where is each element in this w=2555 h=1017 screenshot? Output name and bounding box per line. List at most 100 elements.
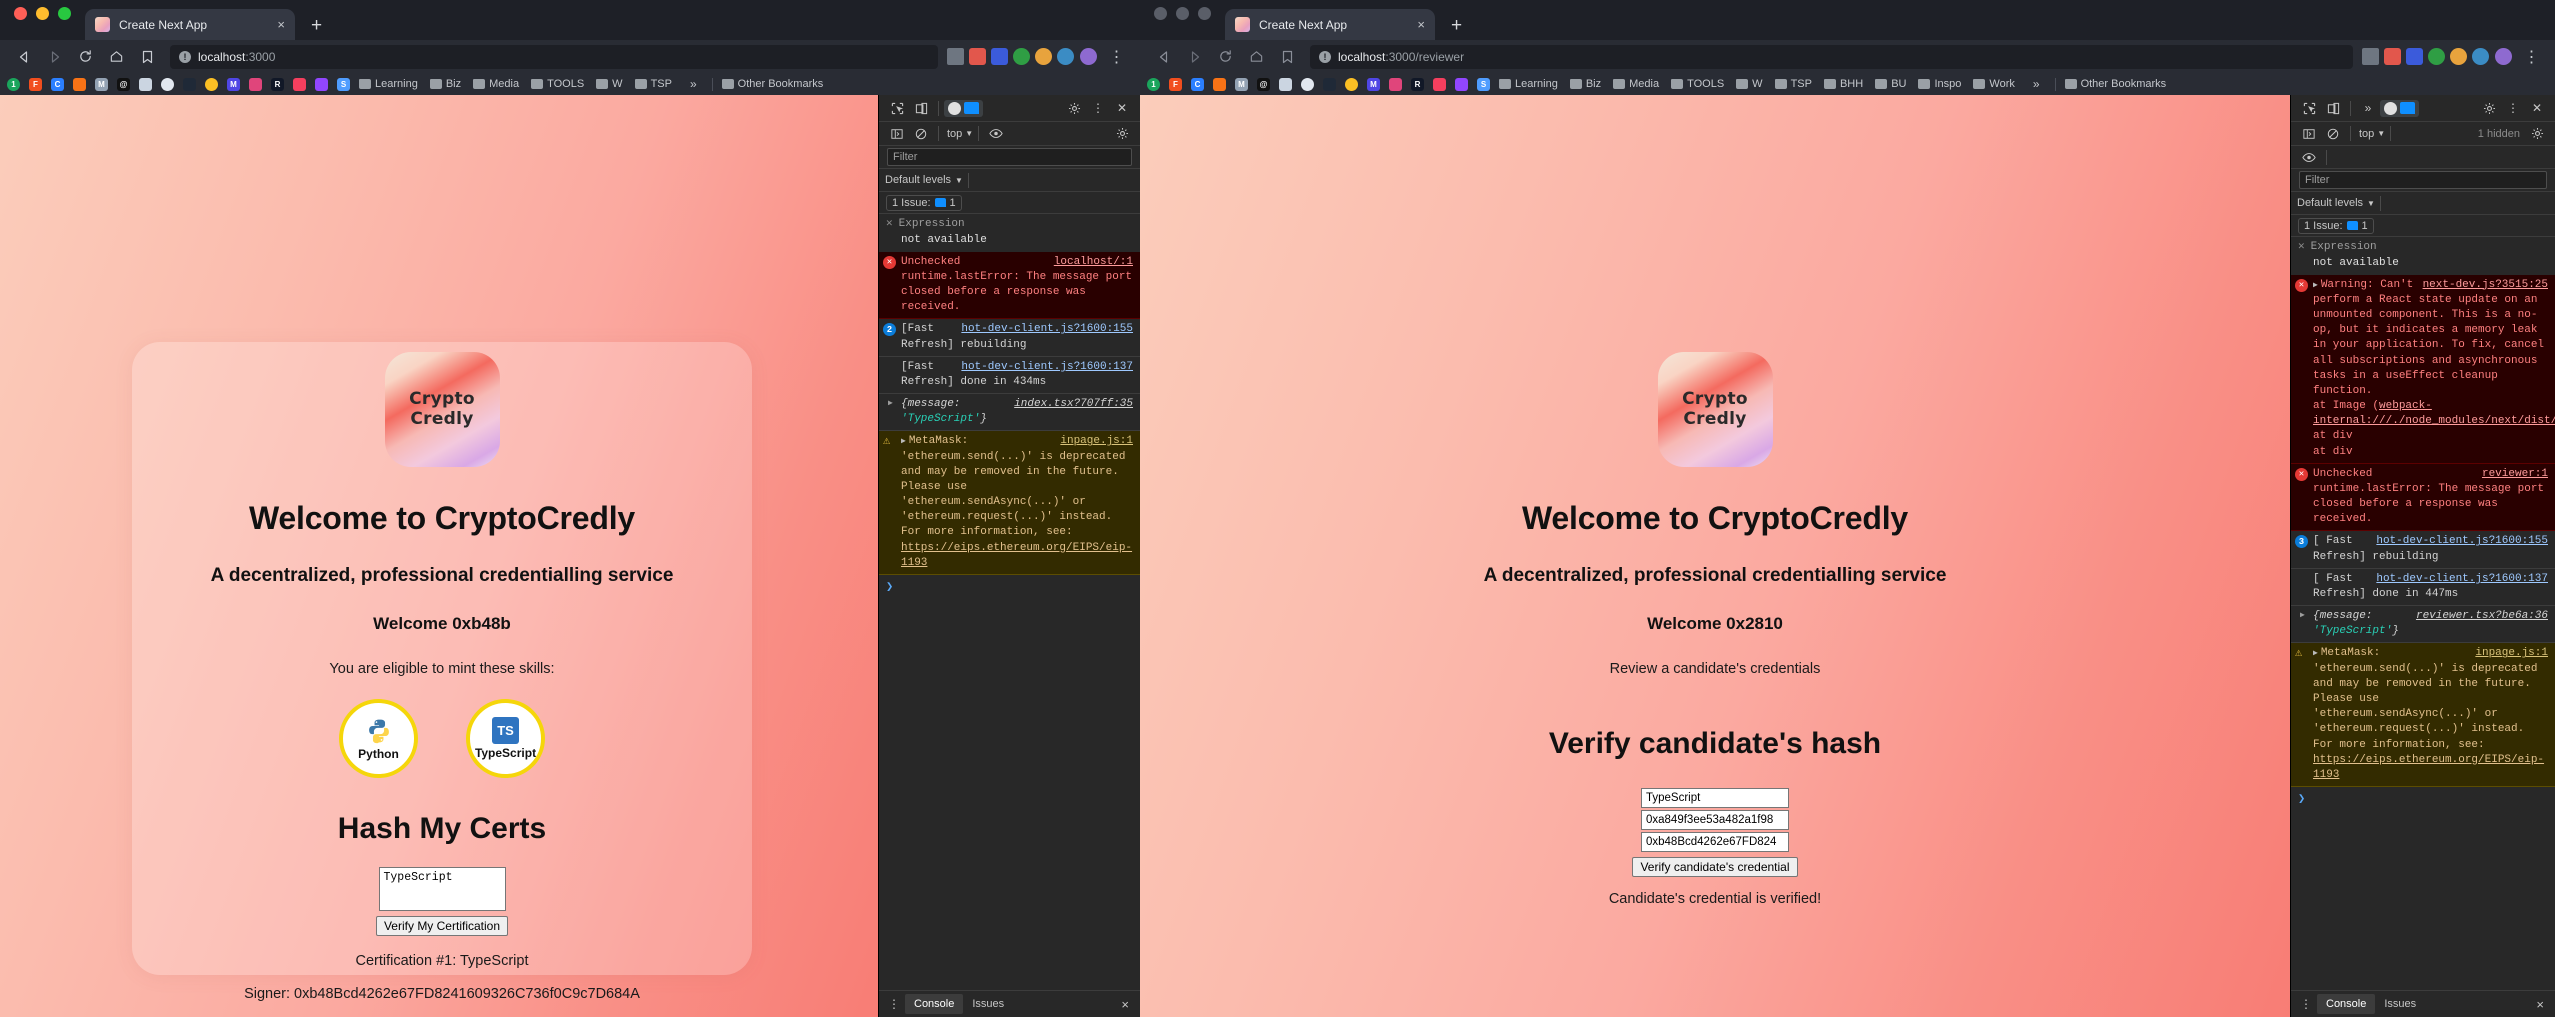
close-icon[interactable]: × xyxy=(277,18,285,31)
minimize-window-button[interactable] xyxy=(1176,7,1189,20)
bookmark-folder-biz[interactable]: Biz xyxy=(429,78,461,90)
console-source-link[interactable]: inpage.js:1 xyxy=(1060,434,1133,449)
home-icon[interactable] xyxy=(101,43,132,70)
console-prompt[interactable]: ❯ xyxy=(2291,787,2555,810)
bookmark-folder-w[interactable]: W xyxy=(1736,78,1763,90)
extension-icon-6[interactable] xyxy=(1057,48,1074,65)
more-options-icon[interactable]: ⋮ xyxy=(1086,98,1110,119)
console-message-info[interactable]: hot-dev-client.js?1600:137[ Fast Refresh… xyxy=(2291,568,2555,607)
extension-icon-5[interactable] xyxy=(2450,48,2467,65)
bookmark-site-icon-6[interactable]: @ xyxy=(1257,77,1270,91)
close-window-button[interactable] xyxy=(1154,7,1167,20)
browser-tab[interactable]: Create Next App × xyxy=(85,9,295,40)
filter-input[interactable]: Filter xyxy=(887,148,1132,166)
avatar[interactable] xyxy=(2495,48,2512,65)
extension-icon-3[interactable] xyxy=(991,48,1008,65)
bookmark-site-icon-2[interactable]: F xyxy=(29,77,42,91)
bookmark-folder-inspo[interactable]: Inspo xyxy=(1918,78,1961,90)
close-drawer-icon[interactable]: × xyxy=(1114,997,1136,1012)
new-tab-button[interactable]: + xyxy=(311,16,322,35)
address-bar[interactable]: ! localhost:3000/reviewer xyxy=(1310,44,2353,69)
bookmark-icon[interactable] xyxy=(132,43,163,70)
bookmark-site-icon-7[interactable] xyxy=(1279,77,1292,91)
panel-overflow-icon[interactable]: » xyxy=(2356,98,2380,119)
chevron-down-icon[interactable]: ▼ xyxy=(955,176,963,185)
bookmark-site-icon-1[interactable]: 1 xyxy=(7,77,20,91)
console-log-left[interactable]: ✕ Expression not available ✕ localhost/:1… xyxy=(879,214,1140,990)
console-source-link[interactable]: hot-dev-client.js?1600:155 xyxy=(2376,534,2548,549)
bookmark-folder-tsp[interactable]: TSP xyxy=(1774,78,1812,90)
context-select[interactable]: top xyxy=(2359,128,2374,140)
console-source-link[interactable]: localhost/:1 xyxy=(1054,255,1133,270)
device-toolbar-icon[interactable] xyxy=(909,98,933,119)
console-source-link[interactable]: index.tsx?707ff:35 xyxy=(1014,397,1133,412)
bookmark-site-icon-11[interactable]: M xyxy=(227,77,240,91)
clear-console-icon[interactable] xyxy=(2321,123,2345,144)
device-toolbar-icon[interactable] xyxy=(2321,98,2345,119)
metamask-icon[interactable] xyxy=(2384,48,2401,65)
metamask-icon[interactable] xyxy=(969,48,986,65)
bookmark-site-icon-5[interactable]: M xyxy=(95,77,108,91)
console-settings-gear-icon[interactable] xyxy=(1110,123,1134,144)
site-info-icon[interactable]: ! xyxy=(1319,50,1331,63)
bookmark-folder-other-bookmarks[interactable]: Other Bookmarks xyxy=(721,78,823,90)
extension-icon-4[interactable] xyxy=(1013,48,1030,65)
console-source-link[interactable]: hot-dev-client.js?1600:137 xyxy=(2376,572,2548,587)
bookmark-folder-bu[interactable]: BU xyxy=(1875,78,1906,90)
reload-icon[interactable] xyxy=(70,43,101,70)
bookmark-site-icon-15[interactable] xyxy=(315,77,328,91)
back-icon[interactable] xyxy=(8,43,39,70)
bookmark-folder-tools[interactable]: TOOLS xyxy=(1671,78,1724,90)
drawer-more-icon[interactable]: ⋮ xyxy=(2295,998,2317,1010)
bookmark-folder-other-bookmarks[interactable]: Other Bookmarks xyxy=(2064,78,2166,90)
bookmark-site-icon-10[interactable] xyxy=(1345,77,1358,91)
address-bar[interactable]: ! localhost:3000 xyxy=(170,44,938,69)
reload-icon[interactable] xyxy=(1210,43,1241,70)
console-object-row[interactable]: index.tsx?707ff:35 ▶ {message: 'TypeScript… xyxy=(879,394,1140,432)
bookmark-folder-w[interactable]: W xyxy=(596,78,623,90)
bookmark-site-icon-14[interactable] xyxy=(1433,77,1446,91)
more-options-icon[interactable]: ⋮ xyxy=(2501,98,2525,119)
bookmark-site-icon-8[interactable] xyxy=(161,77,174,91)
console-message-err[interactable]: ✕ next-dev.js?3515:25 ▶ Warning: Can't perf… xyxy=(2291,274,2555,464)
console-external-link[interactable]: https://eips.ethereum.org/EIPS/eip-1193 xyxy=(901,542,1132,569)
bookmark-folder-biz[interactable]: Biz xyxy=(1569,78,1601,90)
bookmark-site-icon-11[interactable]: M xyxy=(1367,77,1380,91)
console-source-link[interactable]: hot-dev-client.js?1600:155 xyxy=(961,322,1133,337)
close-icon[interactable]: × xyxy=(1417,18,1425,31)
home-icon[interactable] xyxy=(1241,43,1272,70)
console-object-row[interactable]: reviewer.tsx?be6a:36 ▶ {message: 'TypeScri… xyxy=(2291,606,2555,644)
gear-icon[interactable] xyxy=(2477,98,2501,119)
bookmark-folder-tools[interactable]: TOOLS xyxy=(531,78,584,90)
record-and-message-pill[interactable] xyxy=(944,99,983,117)
inspect-element-icon[interactable] xyxy=(885,98,909,119)
skill-badge-typescript[interactable]: TS TypeScript xyxy=(466,699,545,778)
bookmark-site-icon-10[interactable] xyxy=(205,77,218,91)
expand-triangle-icon[interactable]: ▶ xyxy=(2313,281,2318,290)
message-bubble-icon[interactable] xyxy=(2400,102,2415,114)
inspect-element-icon[interactable] xyxy=(2297,98,2321,119)
console-source-link[interactable]: inpage.js:1 xyxy=(2475,646,2548,661)
console-sidebar-icon[interactable] xyxy=(885,123,909,144)
expand-triangle-icon[interactable]: ▶ xyxy=(901,437,906,446)
default-levels-select[interactable]: Default levels xyxy=(2297,197,2363,209)
record-and-message-pill[interactable] xyxy=(2380,99,2419,117)
extension-icon-6[interactable] xyxy=(2472,48,2489,65)
bookmark-folder-tsp[interactable]: TSP xyxy=(634,78,672,90)
extension-icon-3[interactable] xyxy=(2406,48,2423,65)
bookmark-site-icon-5[interactable]: M xyxy=(1235,77,1248,91)
eye-icon[interactable] xyxy=(984,123,1008,144)
minimize-window-button[interactable] xyxy=(36,7,49,20)
new-tab-button[interactable]: + xyxy=(1451,16,1462,35)
bookmark-site-icon-2[interactable]: F xyxy=(1169,77,1182,91)
close-window-button[interactable] xyxy=(14,7,27,20)
site-info-icon[interactable]: ! xyxy=(179,50,191,63)
bookmark-folder-work[interactable]: Work xyxy=(1973,78,2015,90)
bookmark-folder-bhh[interactable]: BHH xyxy=(1823,78,1863,90)
tab-console[interactable]: Console xyxy=(2317,994,2376,1014)
window-controls-left[interactable] xyxy=(14,0,71,40)
bookmark-site-icon-9[interactable] xyxy=(1323,77,1336,91)
message-bubble-icon[interactable] xyxy=(964,102,979,114)
maximize-window-button[interactable] xyxy=(58,7,71,20)
back-icon[interactable] xyxy=(1148,43,1179,70)
